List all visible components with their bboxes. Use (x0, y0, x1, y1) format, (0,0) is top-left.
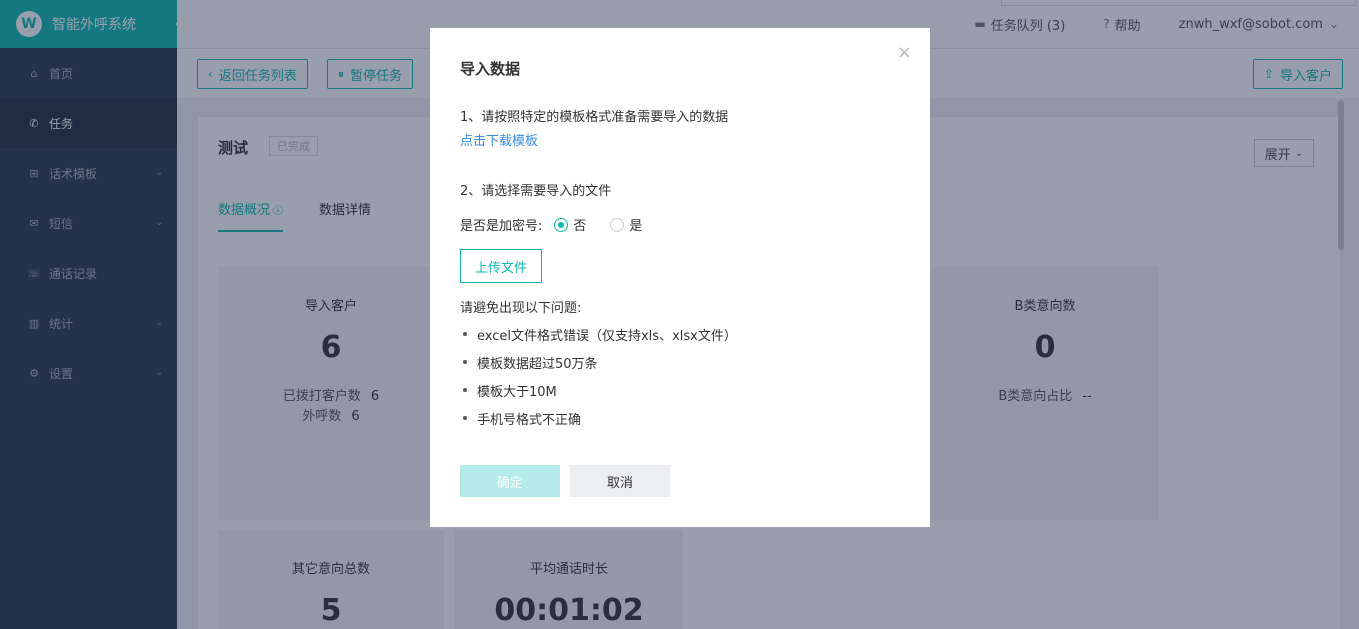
bullet-icon (463, 388, 467, 392)
import-data-dialog: × 导入数据 1、请按照特定的模板格式准备需要导入的数据 点击下载模板 2、请选… (430, 28, 930, 527)
list-item: 模板大于10M (460, 376, 737, 404)
encrypt-yes-option[interactable]: 是 (610, 215, 642, 234)
dialog-title: 导入数据 (460, 60, 521, 78)
step1-text: 1、请按照特定的模板格式准备需要导入的数据 (460, 110, 729, 125)
issue-text: 模板数据超过50万条 (477, 356, 598, 372)
issues-title: 请避免出现以下问题: (460, 300, 582, 316)
bullet-icon (463, 416, 467, 420)
radio-unchecked-icon (610, 217, 625, 232)
encrypt-row: 是否是加密号: 否 是 (460, 215, 666, 234)
option-label: 否 (573, 219, 587, 234)
issue-text: excel文件格式错误（仅支持xls、xlsx文件） (477, 328, 737, 344)
issue-text: 模板大于10M (477, 384, 557, 400)
list-item: 手机号格式不正确 (460, 404, 737, 432)
confirm-button[interactable]: 确定 (460, 465, 560, 497)
close-icon[interactable]: × (897, 42, 912, 63)
issue-text: 手机号格式不正确 (477, 412, 582, 428)
encrypt-no-option[interactable]: 否 (554, 215, 586, 234)
bullet-icon (463, 360, 467, 364)
download-template-link[interactable]: 点击下载模板 (460, 130, 538, 149)
list-item: excel文件格式错误（仅支持xls、xlsx文件） (460, 320, 737, 348)
issues-list: 请避免出现以下问题: excel文件格式错误（仅支持xls、xlsx文件） 模板… (460, 292, 737, 432)
upload-file-button[interactable]: 上传文件 (460, 249, 542, 283)
step2-text: 2、请选择需要导入的文件 (460, 184, 612, 199)
list-item: 模板数据超过50万条 (460, 348, 737, 376)
radio-checked-icon (554, 217, 569, 232)
bullet-icon (463, 332, 467, 336)
option-label: 是 (629, 219, 643, 234)
cancel-button[interactable]: 取消 (570, 465, 670, 497)
encrypt-label: 是否是加密号: (460, 219, 543, 234)
